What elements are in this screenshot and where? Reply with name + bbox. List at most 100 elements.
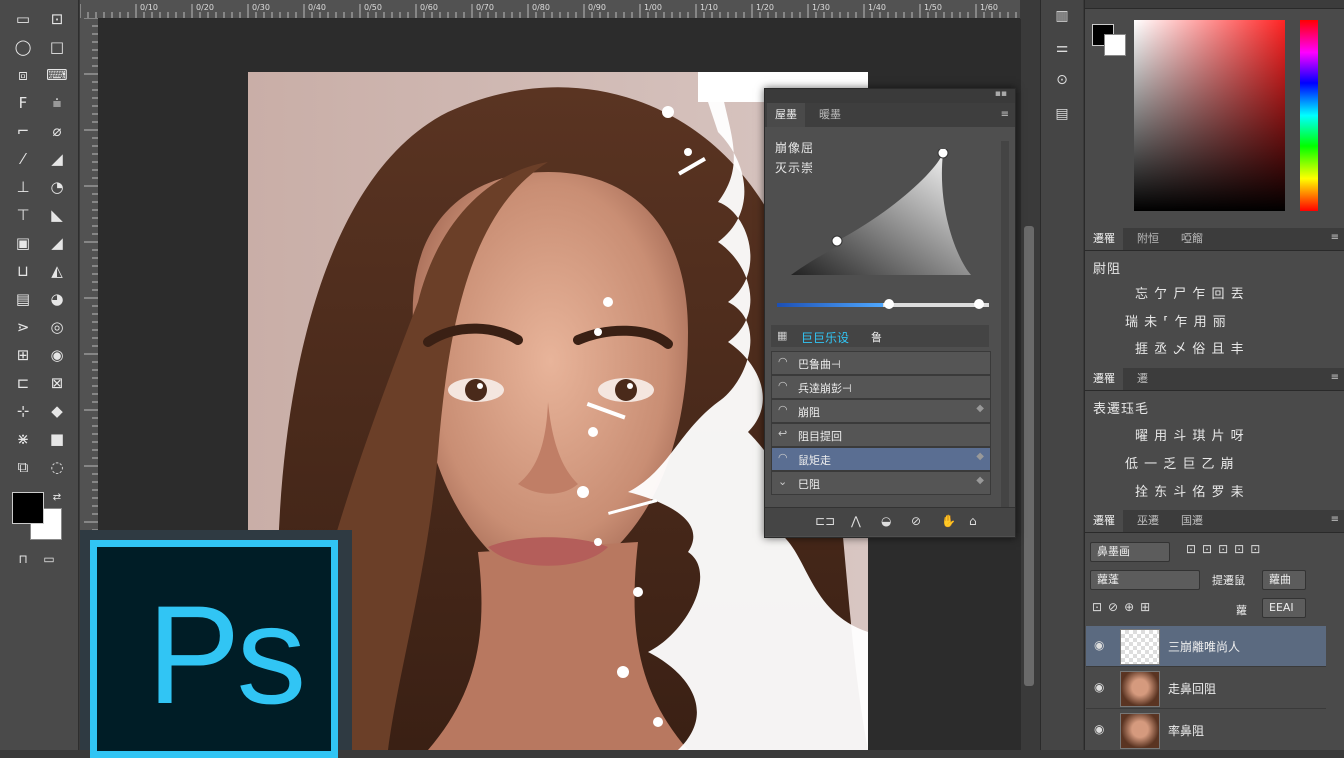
layer-row[interactable]: ◉ 率鼻阻 (1086, 710, 1326, 751)
history-brush-tool-icon[interactable]: ▣ (10, 232, 36, 254)
curves-option-row[interactable]: ◠ 巴鲁曲⊣ (771, 351, 991, 375)
layer-row[interactable]: ◉ 走鼻回阻 (1086, 668, 1326, 709)
art-history-tool-icon[interactable]: ◢ (44, 232, 70, 254)
color-panel-background-swatch[interactable] (1104, 34, 1126, 56)
hue-slider[interactable] (1300, 20, 1318, 211)
curves-option-row[interactable]: ◠ 崩阻 ◆ (771, 399, 991, 423)
curves-option-row[interactable]: ⌄ 巳阻 ◆ (771, 471, 991, 495)
tab-info[interactable]: 暖墨 (811, 103, 849, 127)
lock-icons[interactable]: ⊡⊘⊕⊞ (1092, 600, 1156, 614)
adjustments-line-3[interactable]: 捱 丞 乄 俗 且 丰 (1135, 338, 1245, 357)
dodge-tool-icon[interactable]: ⊞ (10, 344, 36, 366)
move-tool-icon[interactable]: ⊡ (44, 8, 70, 30)
pencil-tool-icon[interactable]: ◔ (44, 176, 70, 198)
undo-icon[interactable]: ⊘ (911, 514, 921, 528)
styles-line-2[interactable]: 低 一 乏 巨 乙 崩 (1125, 453, 1235, 472)
crop-tool-icon[interactable]: □ (44, 36, 70, 58)
clip-icon[interactable]: ⊏⊐ (815, 514, 835, 528)
layer-row[interactable]: ◉ 三崩離唯尚人 (1086, 626, 1326, 667)
brush-tool-icon[interactable]: ⊥ (10, 176, 36, 198)
layer-kind-filter[interactable]: 鼻墨画 (1090, 542, 1170, 562)
gradient-tool-icon[interactable]: ▤ (10, 288, 36, 310)
curves-option-row[interactable]: ◠ 兵逹崩彭⊣ (771, 375, 991, 399)
eye-icon[interactable]: ◠ (778, 451, 788, 464)
input-slider-thumb[interactable] (884, 299, 894, 309)
foreground-color-swatch[interactable] (12, 492, 44, 524)
chevron-right-icon[interactable]: ◆ (976, 475, 984, 486)
eye-icon[interactable]: ◠ (778, 403, 788, 416)
patch-tool-icon[interactable]: ◢ (44, 148, 70, 170)
properties-icon[interactable]: ⚌ (1045, 34, 1079, 62)
eye-icon[interactable]: ◠ (778, 355, 788, 368)
chevron-right-icon[interactable]: ◆ (976, 403, 984, 414)
tab-adjustments-3[interactable]: 啞餾 (1173, 228, 1211, 250)
blur-tool-icon[interactable]: ⋗ (10, 316, 36, 338)
default-colors-icon[interactable]: ⊓ (10, 548, 36, 570)
pen-tool-icon[interactable]: ⊏ (10, 372, 36, 394)
history-icon[interactable]: ▥ (1045, 2, 1079, 30)
eye-icon[interactable]: ◉ (1094, 722, 1104, 736)
collapse-icon[interactable]: ▪▪ (995, 89, 1007, 99)
blend-mode-select[interactable]: 蘿蓬 (1090, 570, 1200, 590)
tab-channels[interactable]: 巫遷 (1129, 510, 1167, 532)
ruler-tool-icon[interactable]: ⌀ (44, 120, 70, 142)
frame-tool-icon[interactable]: ⌨ (44, 64, 70, 86)
marquee-tool-icon[interactable]: ▭ (10, 8, 36, 30)
tab-styles[interactable]: 遷罹 (1085, 368, 1123, 390)
burn-tool-icon[interactable]: ◉ (44, 344, 70, 366)
scrollbar-thumb[interactable] (1024, 226, 1034, 686)
clone-stamp-tool-icon[interactable]: ⊤ (10, 204, 36, 226)
chevron-right-icon[interactable]: ◆ (976, 451, 984, 462)
healing-tool-icon[interactable]: ⁄ (10, 148, 36, 170)
bg-eraser-tool-icon[interactable]: ◭ (44, 260, 70, 282)
zoom-tool-icon[interactable]: ◌ (44, 456, 70, 478)
styles-line-1[interactable]: 曜 用 斗 琪 片 呀 (1135, 425, 1245, 444)
eye-icon[interactable]: ◉ (1094, 638, 1104, 652)
tab-styles-2[interactable]: 遷 (1129, 368, 1156, 390)
hand-tool-icon[interactable]: ⧉ (10, 456, 36, 478)
slice-tool-icon[interactable]: ⩧ (44, 92, 70, 114)
tab-adjustments[interactable]: 遷罹 (1085, 228, 1123, 250)
color-picker-field[interactable] (1134, 20, 1285, 211)
input-slider-thumb[interactable] (974, 299, 984, 309)
input-slider-track[interactable] (777, 303, 989, 307)
tab-layers[interactable]: 遷罹 (1085, 510, 1123, 532)
paint-bucket-tool-icon[interactable]: ◕ (44, 288, 70, 310)
opacity-field[interactable]: 蘿曲 (1262, 570, 1306, 590)
pattern-stamp-tool-icon[interactable]: ◣ (44, 204, 70, 226)
eraser-tool-icon[interactable]: ⊔ (10, 260, 36, 282)
adjustments-line-2[interactable]: 瑞 未 ⸢ 乍 用 丽 (1125, 311, 1227, 330)
swap-colors-icon[interactable]: ⇄ (44, 486, 70, 508)
lasso-tool-icon[interactable]: ◯ (10, 36, 36, 58)
chain-icon[interactable]: ↩ (778, 427, 787, 440)
adjust-icon[interactable]: ⊙ (1045, 66, 1079, 94)
sharpen-tool-icon[interactable]: ◎ (44, 316, 70, 338)
magic-wand-tool-icon[interactable]: F (10, 92, 36, 114)
curve-graph[interactable] (787, 149, 977, 279)
tab-adjustments-2[interactable]: 附恒 (1129, 228, 1167, 250)
paragraph-icon[interactable]: ▤ (1045, 100, 1079, 128)
curve-point[interactable] (831, 235, 843, 247)
canvas-scrollbar[interactable] (1021, 0, 1037, 750)
panel-scrollbar[interactable] (1001, 141, 1009, 521)
quick-select-tool-icon[interactable]: ⧈ (10, 64, 36, 86)
eye-icon[interactable]: ◠ (778, 379, 788, 392)
adjustments-line-1[interactable]: 忘 亇 尸 乍 回 丟 (1135, 283, 1245, 302)
panel-menu-icon[interactable]: ≡ (1331, 232, 1339, 243)
direct-select-tool-icon[interactable]: ■ (44, 428, 70, 450)
eyedropper-tool-icon[interactable]: ⌐ (10, 120, 36, 142)
curves-option-row[interactable]: ↩ 阻目提回 (771, 423, 991, 447)
arrow-icon[interactable]: ⌄ (778, 475, 787, 488)
panel-menu-icon[interactable]: ≡ (1331, 372, 1339, 383)
channel-row[interactable]: ▦ 巨巨乐设 鲁 (771, 325, 989, 347)
panel-menu-icon[interactable]: ≡ (1001, 109, 1009, 120)
panel-menu-icon[interactable]: ≡ (1331, 514, 1339, 525)
vertical-type-tool-icon[interactable]: ◆ (44, 400, 70, 422)
hand-icon[interactable]: ✋ (941, 514, 956, 528)
path-select-tool-icon[interactable]: ⋇ (10, 428, 36, 450)
freeform-pen-tool-icon[interactable]: ⊠ (44, 372, 70, 394)
eye-icon[interactable]: ⋀ (851, 514, 861, 528)
panel-grab-bar[interactable]: ▪▪ (765, 89, 1015, 103)
type-tool-icon[interactable]: ⊹ (10, 400, 36, 422)
tab-paths[interactable]: 国遷 (1173, 510, 1211, 532)
